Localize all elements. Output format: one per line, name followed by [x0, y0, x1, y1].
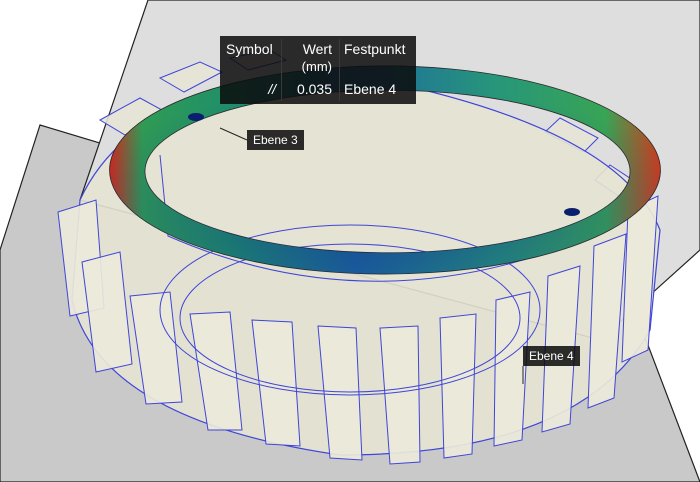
plane-label-ebene-4[interactable]: Ebene 4 [523, 346, 580, 366]
tolerance-table-header: Symbol Wert (mm) Festpunkt [220, 36, 416, 76]
header-value-unit: (mm) [301, 59, 332, 74]
tolerance-table: Symbol Wert (mm) Festpunkt // 0.035 Eben… [220, 36, 416, 104]
table-row: // 0.035 Ebene 4 [220, 80, 416, 102]
tolerance-datum: Ebene 4 [344, 81, 397, 97]
tolerance-value: 0.035 [296, 81, 332, 97]
parallelism-symbol-icon: // [268, 81, 276, 97]
header-value: Wert (mm) [282, 40, 332, 76]
header-datum: Festpunkt [344, 41, 406, 57]
hole-marker-left [188, 113, 204, 121]
hole-marker-right [564, 208, 580, 216]
header-symbol: Symbol [226, 41, 273, 57]
header-value-label: Wert [302, 41, 332, 57]
plane-label-ebene-3[interactable]: Ebene 3 [247, 130, 304, 150]
